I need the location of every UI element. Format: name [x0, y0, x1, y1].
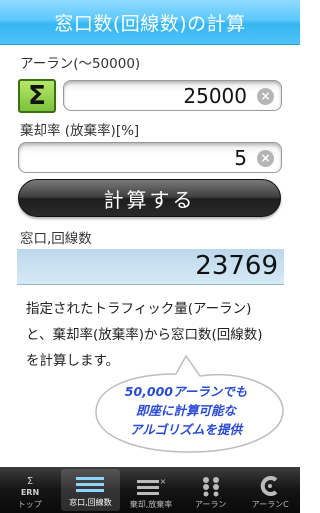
- page-title: 窓口数(回線数)の計算: [54, 12, 246, 35]
- bubble-line: 50,000アーランでも: [124, 384, 248, 399]
- lines-icon: [75, 471, 105, 497]
- tab-erlang-c[interactable]: アーランC: [240, 467, 300, 513]
- bubble-caption: 50,000アーランでも 即座に計算可能な アルゴリズムを提供: [96, 382, 276, 439]
- svg-text:ERN: ERN: [21, 488, 39, 497]
- loss-rate-field[interactable]: 5 ×: [18, 142, 282, 173]
- erlang-value: 25000: [183, 84, 247, 108]
- loss-rate-label: 棄却率 (放棄率)[%]: [20, 123, 140, 139]
- calculate-button[interactable]: 計算する: [18, 179, 281, 217]
- erlang-field[interactable]: 25000 ×: [63, 80, 282, 111]
- result-value: 23769: [195, 251, 278, 281]
- tab-label: アーラン: [194, 500, 227, 509]
- tab-top[interactable]: Σ ERN トップ: [0, 467, 60, 513]
- bubble-line: 即座に計算可能な: [135, 403, 236, 418]
- dots-grid-icon: [200, 473, 222, 499]
- description-text: 指定されたトラフィック量(アーラン)と、棄却率(放棄率)から窓口数(回線数)を計…: [26, 301, 263, 369]
- tab-label: 窓口,回線数: [69, 498, 112, 507]
- erlang-c-icon: [258, 473, 282, 499]
- clear-icon[interactable]: ×: [257, 88, 274, 105]
- title-bar: 窓口数(回線数)の計算: [0, 0, 300, 45]
- svg-text:×: ×: [160, 477, 166, 486]
- erlang-label: アーラン(〜50000): [20, 56, 141, 72]
- tab-label: トップ: [17, 500, 42, 509]
- bubble-line: アルゴリズムを提供: [129, 422, 243, 437]
- tab-loss-rate[interactable]: × 棄却,放棄率: [121, 467, 181, 513]
- erlang-sigma-icon: Σ ERN: [18, 473, 42, 499]
- tab-lines[interactable]: 窓口,回線数: [60, 469, 121, 511]
- clear-icon[interactable]: ×: [257, 150, 274, 167]
- tab-bar: Σ ERN トップ 窓口,回線数 × 棄却,放棄率 アーラン アーランC: [0, 467, 300, 513]
- tab-label: アーランC: [251, 500, 289, 509]
- tab-label: 棄却,放棄率: [129, 500, 173, 509]
- result-label: 窓口,回線数: [20, 231, 92, 247]
- loss-rate-icon: ×: [136, 473, 166, 499]
- svg-text:Σ: Σ: [27, 476, 33, 487]
- sigma-button[interactable]: Σ: [18, 79, 56, 113]
- tab-erlang[interactable]: アーラン: [181, 467, 241, 513]
- loss-rate-value: 5: [234, 146, 247, 170]
- result-display: 23769: [17, 249, 284, 285]
